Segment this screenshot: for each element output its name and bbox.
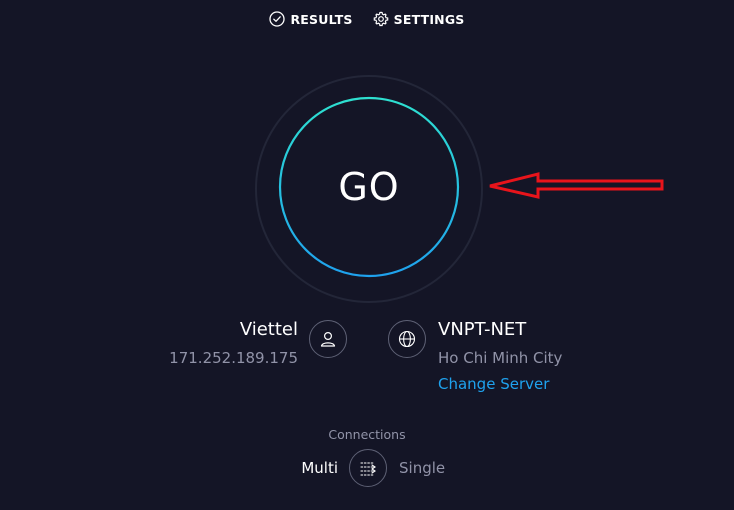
- change-server-link[interactable]: Change Server: [438, 375, 549, 393]
- go-button[interactable]: GO: [278, 96, 460, 278]
- connections-single-option[interactable]: Single: [399, 459, 445, 477]
- gear-icon: [373, 11, 389, 27]
- isp-ip-address: 171.252.189.175: [169, 349, 298, 367]
- settings-nav-label: SETTINGS: [393, 11, 465, 27]
- globe-icon: [388, 320, 426, 358]
- isp-name: Viettel: [239, 319, 298, 340]
- user-icon: [309, 320, 347, 358]
- connections-multi-option[interactable]: Multi: [301, 459, 338, 477]
- results-nav-button[interactable]: RESULTS: [269, 11, 352, 27]
- top-nav: RESULTS SETTINGS: [0, 11, 734, 27]
- red-arrow-icon: [489, 172, 664, 199]
- settings-nav-button[interactable]: SETTINGS: [373, 11, 465, 27]
- connections-toggle-icon[interactable]: [349, 449, 387, 487]
- check-circle-icon: [269, 11, 286, 27]
- connections-title: Connections: [328, 427, 406, 442]
- go-button-label: GO: [338, 165, 400, 209]
- server-name: VNPT-NET: [438, 319, 527, 340]
- results-nav-label: RESULTS: [290, 11, 353, 27]
- server-location: Ho Chi Minh City: [438, 349, 563, 367]
